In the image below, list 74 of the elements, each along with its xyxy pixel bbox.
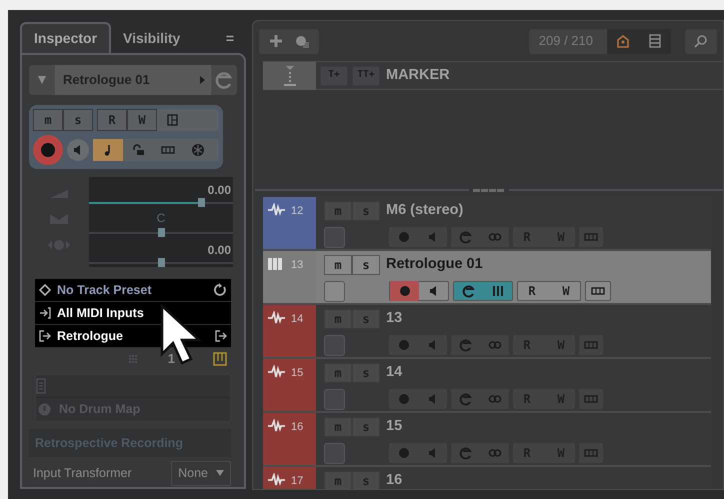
speaker-icon[interactable] bbox=[67, 139, 89, 161]
track-checkbox[interactable] bbox=[324, 226, 345, 248]
output-icon bbox=[39, 330, 51, 342]
waveform-icon bbox=[267, 419, 285, 433]
output-routing[interactable]: Retrologue bbox=[57, 326, 123, 346]
dot-icon bbox=[398, 284, 412, 298]
dot-icon bbox=[396, 230, 410, 244]
splitter-handle-icon[interactable] bbox=[473, 188, 505, 192]
house-icon[interactable] bbox=[607, 28, 639, 54]
transformer-dropdown[interactable]: None bbox=[171, 461, 231, 486]
waveform-icon bbox=[267, 365, 285, 379]
solo-button[interactable]: s bbox=[63, 109, 93, 131]
fader-thumb[interactable] bbox=[158, 258, 165, 267]
track-name: 16 bbox=[386, 471, 402, 489]
waveform-icon bbox=[267, 203, 285, 217]
field-label: Input Transformer bbox=[33, 465, 132, 482]
record-button[interactable] bbox=[33, 135, 63, 165]
track-checkbox[interactable] bbox=[324, 280, 345, 302]
input-routing[interactable]: All MIDI Inputs bbox=[57, 304, 144, 322]
mute-button[interactable]: m bbox=[33, 109, 63, 131]
keyboard-icon[interactable] bbox=[213, 352, 227, 366]
note-icon[interactable] bbox=[93, 139, 123, 161]
track-name: MARKER bbox=[386, 66, 450, 85]
fader-thumb[interactable] bbox=[158, 228, 165, 237]
caret-icon bbox=[216, 470, 224, 476]
marker-icon bbox=[282, 64, 296, 86]
value-readout: 0.00 bbox=[208, 182, 231, 199]
track-name: 15 bbox=[386, 417, 402, 436]
input-icon bbox=[39, 307, 51, 319]
track-number: 14 bbox=[291, 312, 304, 327]
track-name: Retrologue 01 bbox=[63, 71, 150, 90]
read-button[interactable]: R bbox=[518, 281, 546, 302]
output-icon[interactable] bbox=[215, 330, 227, 342]
solo-button[interactable]: s bbox=[352, 254, 380, 275]
track-name: 13 bbox=[386, 309, 402, 328]
track-number: 17 bbox=[291, 474, 304, 489]
tab[interactable]: Visibility bbox=[111, 24, 192, 53]
track-name: 14 bbox=[386, 363, 402, 382]
dot-icon bbox=[396, 446, 410, 460]
track-checkbox[interactable] bbox=[324, 334, 345, 356]
mute-button[interactable]: m bbox=[324, 254, 352, 275]
pan-label: C bbox=[156, 210, 166, 227]
tab[interactable]: Inspector bbox=[20, 22, 112, 53]
write-button[interactable]: W bbox=[127, 109, 157, 131]
fader-thumb[interactable] bbox=[198, 198, 206, 207]
menu-icon[interactable]: = bbox=[214, 24, 246, 53]
drum-icon[interactable] bbox=[38, 403, 51, 416]
grid-icon bbox=[128, 354, 138, 364]
read-button[interactable]: R bbox=[97, 109, 127, 131]
track-name: Retrologue 01 bbox=[386, 255, 483, 274]
arrow-icon bbox=[199, 75, 207, 85]
record-button[interactable] bbox=[390, 281, 419, 302]
track-name: M6 (stereo) bbox=[386, 201, 464, 220]
track-number: 16 bbox=[291, 420, 304, 435]
preset-icon bbox=[39, 284, 51, 296]
track-counter: 209 / 210 bbox=[538, 32, 594, 50]
track-number: 12 bbox=[291, 204, 304, 219]
preset-selector[interactable]: No Track Preset bbox=[57, 280, 152, 300]
waveform-icon bbox=[267, 311, 285, 325]
track-checkbox[interactable] bbox=[324, 442, 345, 464]
dot-icon bbox=[396, 392, 410, 406]
piano-icon bbox=[267, 257, 285, 271]
track-checkbox[interactable] bbox=[324, 388, 345, 410]
track-number: 15 bbox=[291, 366, 304, 381]
channel-number[interactable]: 1 bbox=[168, 349, 175, 369]
track-header[interactable]: Retrologue 01 bbox=[29, 65, 237, 95]
waveform-icon bbox=[267, 473, 285, 487]
dot-icon bbox=[396, 338, 410, 352]
list-icon[interactable] bbox=[639, 28, 671, 54]
value-readout: 0.00 bbox=[208, 242, 231, 259]
dot-icon bbox=[40, 142, 56, 158]
write-button[interactable]: W bbox=[552, 281, 580, 302]
reset-icon[interactable] bbox=[213, 283, 227, 297]
track-number: 13 bbox=[291, 258, 304, 273]
